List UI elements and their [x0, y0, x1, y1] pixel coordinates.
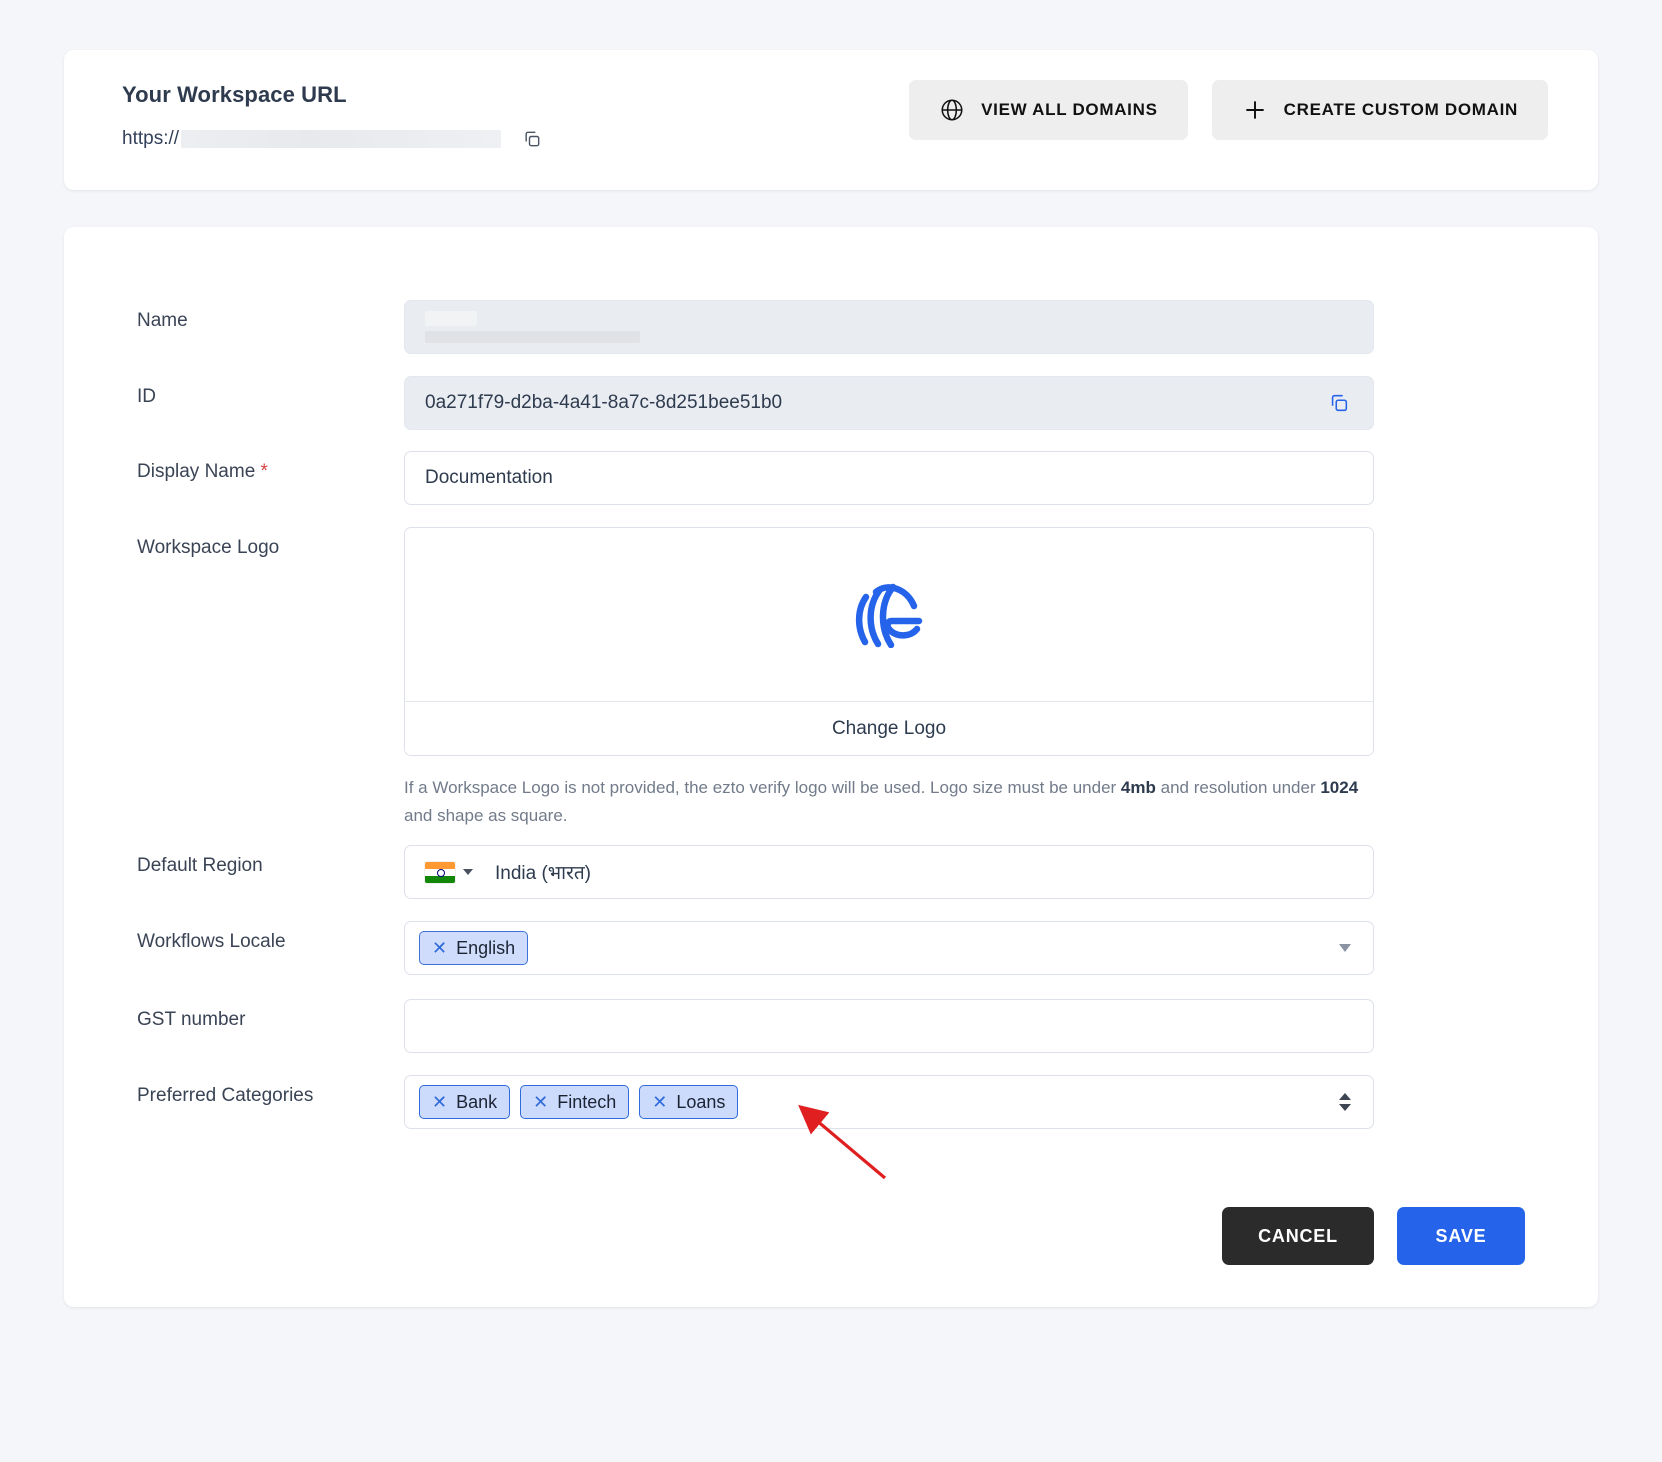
copy-url-icon[interactable] [519, 126, 545, 152]
workspace-logo-label: Workspace Logo [137, 537, 280, 558]
field-row-workspace-logo: Workspace Logo Change Logo If a Workspac… [64, 527, 1374, 830]
logo-preview [405, 528, 1373, 701]
field-row-workflows-locale: Workflows Locale ✕ English [64, 921, 1374, 975]
india-flag-icon [425, 861, 455, 883]
workflows-locale-label: Workflows Locale [137, 931, 286, 952]
locale-dropdown-caret-icon[interactable] [1339, 944, 1351, 952]
form-actions: CANCEL SAVE [1222, 1207, 1525, 1265]
workflows-locale-select[interactable]: ✕ English [404, 921, 1374, 975]
workspace-url-redacted-value [181, 130, 502, 148]
category-chip-label: Bank [456, 1091, 498, 1112]
field-row-name: Name [64, 300, 1374, 354]
default-region-select[interactable]: India (भारत) [404, 845, 1374, 899]
field-row-id: ID 0a271f79-d2ba-4a41-8a7c-8d251bee51b0 [64, 376, 1374, 430]
locale-chip-label: English [456, 937, 516, 958]
workspace-logo-hint: If a Workspace Logo is not provided, the… [404, 778, 1359, 826]
settings-page: Your Workspace URL https:// VIEW ALL DOM… [0, 0, 1662, 1462]
display-name-label: Display Name * [137, 461, 268, 482]
gst-number-input[interactable] [404, 999, 1374, 1053]
url-actions: VIEW ALL DOMAINS CREATE CUSTOM DOMAIN [909, 80, 1548, 140]
default-region-label: Default Region [137, 855, 263, 876]
id-value: 0a271f79-d2ba-4a41-8a7c-8d251bee51b0 [425, 392, 783, 413]
field-row-preferred-categories: Preferred Categories ✕ Bank ✕ Fintech ✕ … [64, 1075, 1374, 1129]
preferred-categories-label: Preferred Categories [137, 1085, 314, 1106]
view-all-domains-button[interactable]: VIEW ALL DOMAINS [909, 80, 1188, 140]
name-input [404, 300, 1374, 354]
remove-chip-icon[interactable]: ✕ [652, 1093, 667, 1111]
page-title: Your Workspace URL [122, 82, 347, 107]
workspace-url-row: https:// [122, 126, 545, 152]
id-label: ID [137, 386, 156, 407]
remove-chip-icon[interactable]: ✕ [432, 1093, 447, 1111]
remove-chip-icon[interactable]: ✕ [432, 939, 447, 957]
fingerprint-logo-icon [852, 576, 926, 653]
cancel-button[interactable]: CANCEL [1222, 1207, 1374, 1265]
category-chip-loans[interactable]: ✕ Loans [639, 1085, 739, 1119]
preferred-categories-select[interactable]: ✕ Bank ✕ Fintech ✕ Loans [404, 1075, 1374, 1129]
plus-icon [1242, 97, 1268, 123]
workspace-logo-box: Change Logo [404, 527, 1374, 756]
copy-id-icon[interactable] [1325, 389, 1353, 417]
workspace-url-card: Your Workspace URL https:// VIEW ALL DOM… [64, 50, 1598, 190]
field-row-display-name: Display Name * Documentation [64, 451, 1374, 505]
url-protocol: https:// [122, 128, 180, 149]
id-input: 0a271f79-d2ba-4a41-8a7c-8d251bee51b0 [404, 376, 1374, 430]
gst-number-label: GST number [137, 1009, 246, 1030]
name-redacted-value [425, 311, 640, 343]
view-all-domains-label: VIEW ALL DOMAINS [981, 100, 1158, 119]
field-row-gst-number: GST number [64, 999, 1374, 1053]
display-name-input[interactable]: Documentation [404, 451, 1374, 505]
category-chip-bank[interactable]: ✕ Bank [419, 1085, 511, 1119]
create-custom-domain-label: CREATE CUSTOM DOMAIN [1283, 100, 1518, 119]
default-region-value: India (भारत) [495, 863, 592, 884]
required-marker: * [260, 461, 268, 482]
locale-chip-english[interactable]: ✕ English [419, 931, 529, 965]
category-chip-fintech[interactable]: ✕ Fintech [520, 1085, 630, 1119]
remove-chip-icon[interactable]: ✕ [533, 1093, 548, 1111]
category-chip-label: Fintech [557, 1091, 617, 1112]
field-row-default-region: Default Region India (भारत) [64, 845, 1374, 899]
save-button[interactable]: SAVE [1397, 1207, 1525, 1265]
display-name-value: Documentation [425, 467, 553, 488]
chevron-down-icon[interactable] [463, 869, 473, 875]
create-custom-domain-button[interactable]: CREATE CUSTOM DOMAIN [1211, 80, 1548, 140]
categories-dropdown-icon[interactable] [1339, 1093, 1351, 1111]
change-logo-button[interactable]: Change Logo [405, 701, 1373, 755]
workspace-settings-form: Name ID 0a271f79-d2ba-4a41-8a7c-8d251bee… [64, 227, 1598, 1307]
category-chip-label: Loans [676, 1091, 726, 1112]
name-label: Name [137, 310, 188, 331]
globe-icon [939, 97, 965, 123]
